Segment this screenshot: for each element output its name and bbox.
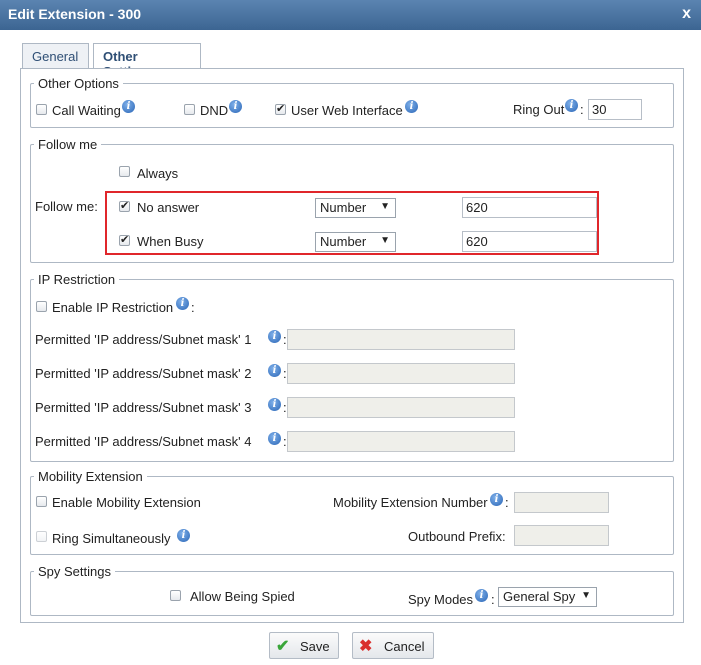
- when-busy-type-value: Number: [320, 234, 367, 249]
- no-answer-checkbox[interactable]: [119, 199, 130, 212]
- dropdown-arrow-icon: ▼: [380, 201, 390, 212]
- ring-out-colon: :: [580, 102, 584, 117]
- permitted-ip-input-1[interactable]: [287, 329, 515, 350]
- outbound-prefix-label: Outbound Prefix:: [408, 529, 506, 544]
- permitted-ip-label-3: Permitted 'IP address/Subnet mask' 3: [35, 400, 252, 415]
- dnd-label: DND: [200, 103, 229, 118]
- permitted-ip-input-2[interactable]: [287, 363, 515, 384]
- when-busy-number-input[interactable]: 620: [462, 231, 597, 252]
- enable-ip-restriction-checkbox[interactable]: [36, 301, 47, 312]
- tab-general[interactable]: General: [22, 43, 89, 69]
- permitted-ip-info-icon-2[interactable]: i: [268, 364, 281, 377]
- spy-modes-label: Spy Modes: [408, 592, 474, 607]
- permitted-ip-input-4[interactable]: [287, 431, 515, 452]
- dropdown-arrow-icon: ▼: [380, 235, 390, 246]
- cancel-button[interactable]: ✖ Cancel: [352, 632, 434, 659]
- mobility-number-info-icon[interactable]: i: [490, 493, 503, 506]
- allow-being-spied-checkbox[interactable]: [170, 590, 181, 601]
- ring-out-info-icon[interactable]: i: [565, 99, 578, 112]
- no-answer-type-select[interactable]: Number ▼: [315, 198, 396, 218]
- checkmark-icon: ✔: [276, 638, 290, 655]
- mobility-number-colon: :: [505, 495, 509, 510]
- allow-being-spied-label: Allow Being Spied: [190, 589, 295, 604]
- permitted-ip-input-3[interactable]: [287, 397, 515, 418]
- when-busy-label: When Busy: [137, 234, 204, 249]
- dnd-checkbox[interactable]: [184, 104, 195, 115]
- cancel-button-label: Cancel: [384, 639, 425, 654]
- outbound-prefix-input[interactable]: [514, 525, 609, 546]
- mobility-number-input[interactable]: [514, 492, 609, 513]
- permitted-ip-info-icon-1[interactable]: i: [268, 330, 281, 343]
- enable-mobility-checkbox[interactable]: [36, 496, 47, 507]
- user-web-interface-info-icon[interactable]: i: [405, 100, 418, 113]
- dropdown-arrow-icon: ▼: [581, 590, 591, 601]
- ip-restriction-info-icon[interactable]: i: [176, 297, 189, 310]
- enable-ip-restriction-label: Enable IP Restriction: [52, 300, 174, 315]
- ring-out-label: Ring Out: [513, 102, 565, 117]
- call-waiting-checkbox[interactable]: [36, 104, 47, 115]
- ring-out-input[interactable]: 30: [588, 99, 642, 120]
- enable-mobility-label: Enable Mobility Extension: [52, 495, 201, 510]
- permitted-ip-info-icon-4[interactable]: i: [268, 432, 281, 445]
- spy-settings-legend: Spy Settings: [38, 564, 111, 579]
- permitted-ip-info-icon-3[interactable]: i: [268, 398, 281, 411]
- title-bar: Edit Extension - 300 x: [0, 0, 701, 30]
- permitted-ip-label-4: Permitted 'IP address/Subnet mask' 4: [35, 434, 252, 449]
- always-label: Always: [137, 166, 179, 181]
- no-answer-type-value: Number: [320, 200, 367, 215]
- ip-restriction-legend: IP Restriction: [38, 272, 116, 287]
- no-answer-number-input[interactable]: 620: [462, 197, 597, 218]
- ring-simultaneously-label: Ring Simultaneously: [52, 531, 171, 546]
- no-answer-label: No answer: [137, 200, 200, 215]
- spy-modes-value: General Spy: [503, 589, 576, 604]
- permitted-ip-label-1: Permitted 'IP address/Subnet mask' 1: [35, 332, 252, 347]
- ip-restriction-colon: :: [191, 300, 195, 315]
- edit-extension-dialog: Edit Extension - 300 x General Other Set…: [0, 0, 701, 665]
- call-waiting-label: Call Waiting: [52, 103, 121, 118]
- other-options-legend: Other Options: [38, 76, 119, 91]
- mobility-extension-legend: Mobility Extension: [38, 469, 143, 484]
- call-waiting-info-icon[interactable]: i: [122, 100, 135, 113]
- user-web-interface-checkbox[interactable]: [275, 102, 286, 115]
- cross-icon: ✖: [359, 638, 373, 655]
- tab-other-settings[interactable]: Other Settings: [93, 43, 201, 79]
- spy-modes-select[interactable]: General Spy ▼: [498, 587, 597, 607]
- mobility-number-label: Mobility Extension Number: [333, 495, 488, 510]
- follow-me-legend: Follow me: [38, 137, 98, 152]
- spy-modes-info-icon[interactable]: i: [475, 589, 488, 602]
- follow-me-label: Follow me:: [35, 199, 98, 214]
- user-web-interface-label: User Web Interface: [291, 103, 403, 118]
- close-icon[interactable]: x: [682, 5, 691, 23]
- permitted-ip-label-2: Permitted 'IP address/Subnet mask' 2: [35, 366, 252, 381]
- save-button[interactable]: ✔ Save: [269, 632, 339, 659]
- dialog-title: Edit Extension - 300: [8, 6, 142, 22]
- ring-simultaneously-info-icon[interactable]: i: [177, 529, 190, 542]
- ring-simultaneously-checkbox[interactable]: [36, 531, 47, 542]
- when-busy-type-select[interactable]: Number ▼: [315, 232, 396, 252]
- dnd-info-icon[interactable]: i: [229, 100, 242, 113]
- spy-modes-colon: :: [491, 592, 495, 607]
- always-checkbox[interactable]: [119, 166, 130, 177]
- when-busy-checkbox[interactable]: [119, 233, 130, 246]
- save-button-label: Save: [300, 639, 330, 654]
